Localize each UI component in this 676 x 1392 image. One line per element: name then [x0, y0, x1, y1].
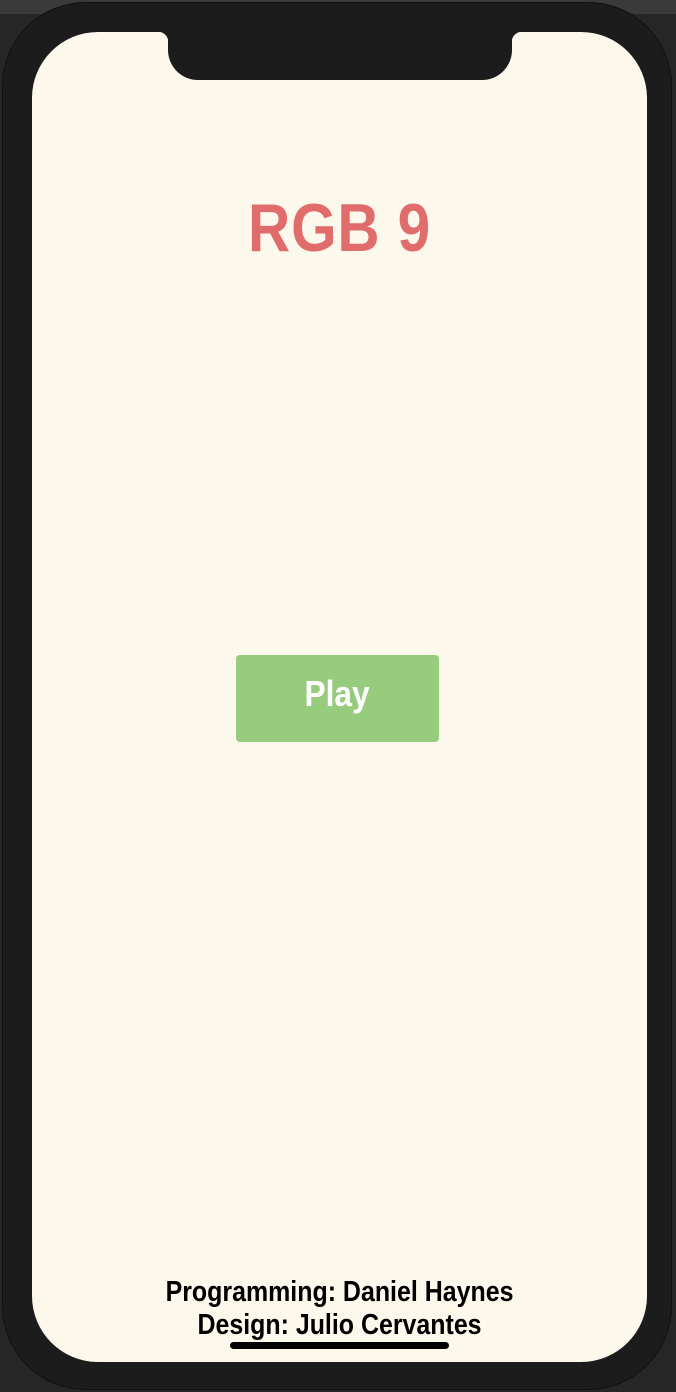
play-button[interactable]: Play	[236, 655, 439, 742]
game-title: RGB 9	[247, 190, 432, 266]
credit-design: Design: Julio Cervantes	[197, 1309, 482, 1341]
play-button-label: Play	[304, 672, 371, 714]
device-notch	[158, 32, 522, 80]
credits: Programming: Daniel Haynes Design: Julio…	[32, 1276, 647, 1342]
app-screen: RGB 9 Play Programming: Daniel Haynes De…	[32, 32, 647, 1362]
home-indicator[interactable]	[230, 1342, 449, 1349]
device-frame: RGB 9 Play Programming: Daniel Haynes De…	[2, 2, 672, 1390]
credit-programming: Programming: Daniel Haynes	[165, 1276, 514, 1308]
